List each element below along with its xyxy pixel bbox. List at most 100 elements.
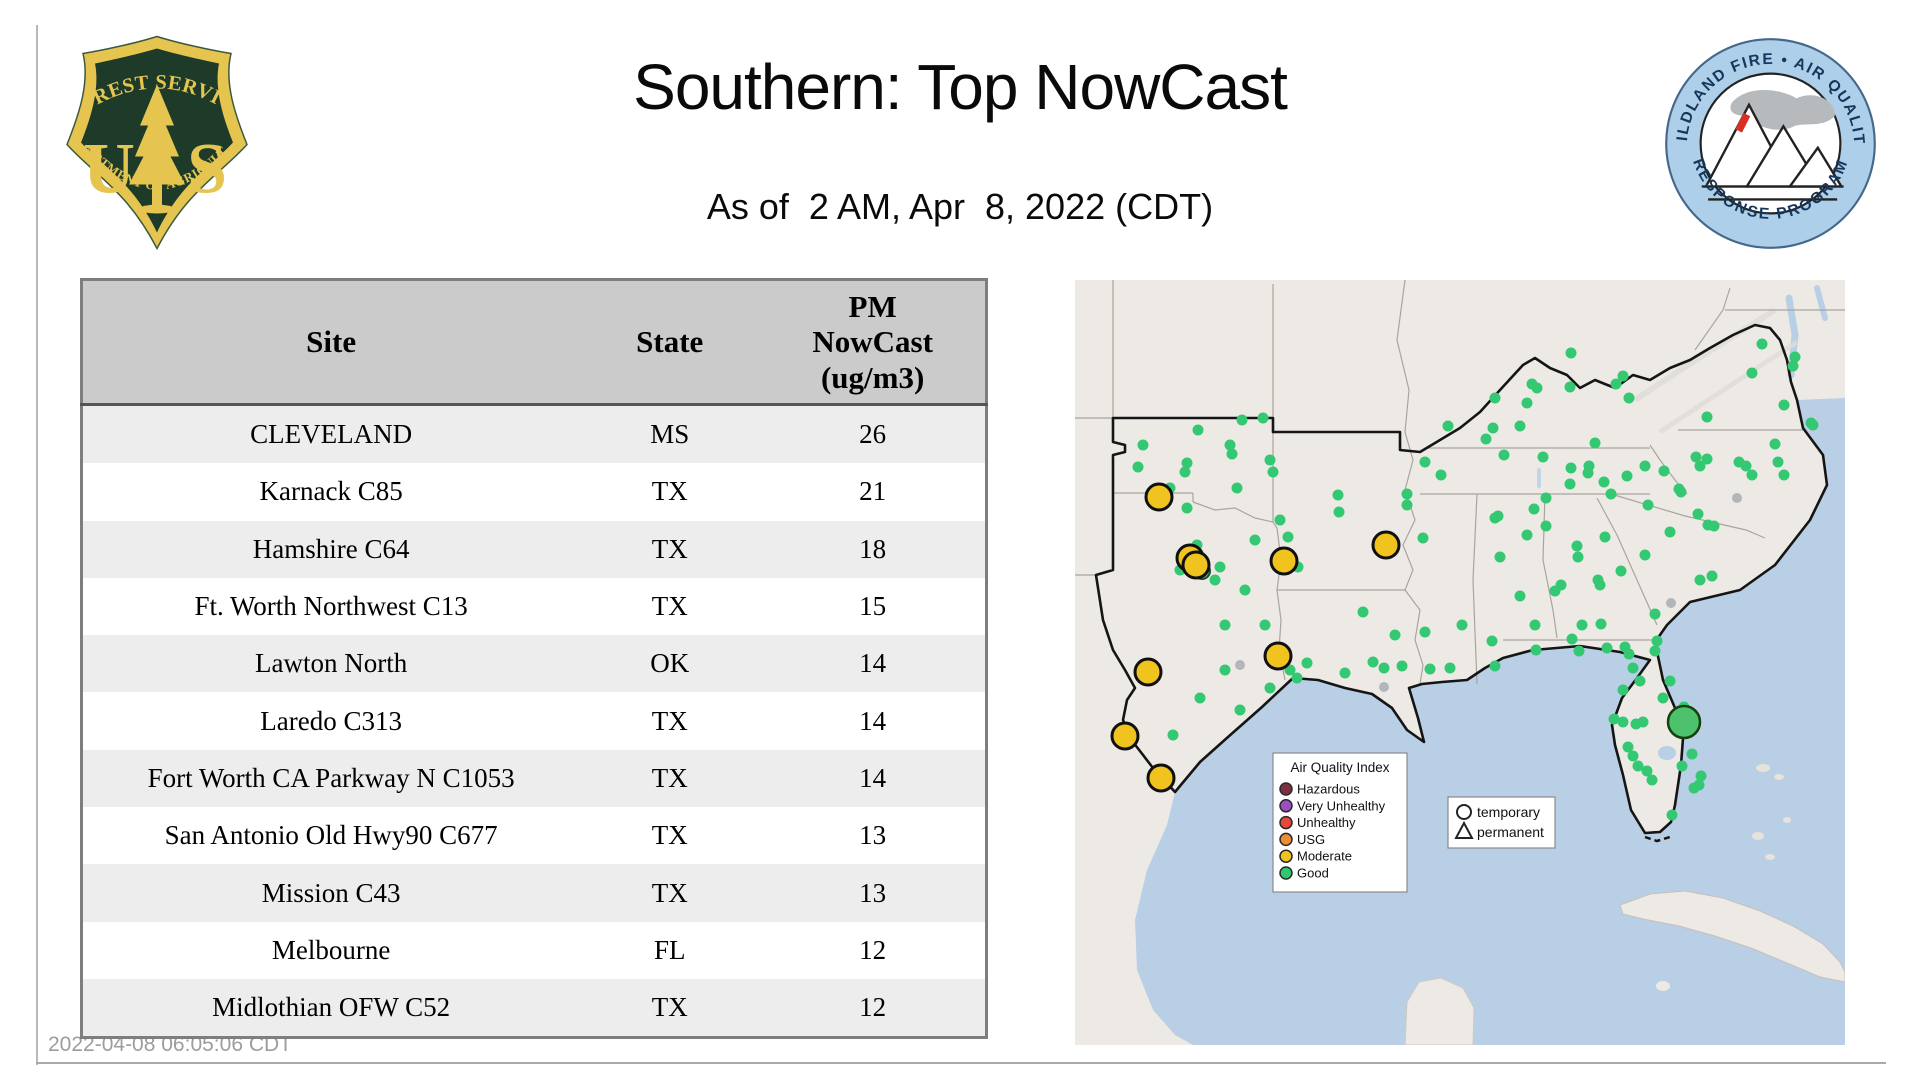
good-site-dot <box>1214 561 1226 573</box>
good-site-dot <box>1778 469 1790 481</box>
table-row: Melbourne FL 12 <box>81 921 987 979</box>
value-cell: 18 <box>859 533 887 564</box>
good-site-dot <box>1179 466 1191 478</box>
site-cell: Melbourne <box>271 934 391 965</box>
aqi-legend-swatch <box>1279 782 1293 796</box>
good-site-dot <box>1181 502 1193 514</box>
value-cell: 14 <box>859 648 887 679</box>
good-site-dot <box>1264 454 1276 466</box>
good-site-dot <box>1419 456 1431 468</box>
aqi-legend-label: USG <box>1297 832 1325 847</box>
good-site-dot <box>1540 492 1552 504</box>
good-site-dot <box>1514 420 1526 432</box>
table-row: Lawton North OK 14 <box>81 635 987 693</box>
good-site-dot <box>1701 453 1713 465</box>
good-site-dot <box>1401 488 1413 500</box>
good-site-dot <box>1442 420 1454 432</box>
good-site-dot <box>1642 499 1654 511</box>
good-site-dot <box>1688 782 1700 794</box>
good-site-dot <box>1209 574 1221 586</box>
good-site-dot <box>1514 590 1526 602</box>
good-site-dot <box>1257 412 1269 424</box>
good-site-dot <box>1601 642 1613 654</box>
good-site-dot <box>1236 414 1248 426</box>
aqi-legend-swatch <box>1279 815 1293 830</box>
good-site-dot <box>1396 660 1408 672</box>
good-site-dot <box>1664 526 1676 538</box>
good-site-dot <box>1264 682 1276 694</box>
site-cell: San Antonio Old Hwy90 C677 <box>164 820 498 851</box>
good-site-dot <box>1239 584 1251 596</box>
good-site-dot <box>1417 532 1429 544</box>
good-site-dot <box>1778 399 1790 411</box>
good-site-dot <box>1530 644 1542 656</box>
good-site-dot <box>1627 750 1639 762</box>
good-site-dot <box>1658 465 1670 477</box>
aqi-legend: Air Quality Index HazardousVery Unhealth… <box>1272 752 1408 893</box>
aqi-legend-swatch <box>1279 799 1293 813</box>
good-site-dot <box>1756 338 1768 350</box>
site-cell: CLEVELAND <box>250 419 413 450</box>
slide-edge-line-bottom <box>36 1062 1886 1064</box>
aqi-legend-title: Air Quality Index <box>1290 760 1389 775</box>
good-site-dot <box>1267 466 1279 478</box>
moderate-site-marker <box>1371 530 1401 560</box>
good-site-dot <box>1566 633 1578 645</box>
good-site-dot <box>1649 645 1661 657</box>
good-site-dot <box>1531 382 1543 394</box>
good-site-dot <box>1605 488 1617 500</box>
good-site-dot <box>1419 626 1431 638</box>
good-site-dot <box>1599 531 1611 543</box>
site-cell: Midlothian OFW C52 <box>212 992 451 1023</box>
good-site-dot <box>1664 675 1676 687</box>
good-site-dot <box>1702 519 1714 531</box>
good-site-dot <box>1589 437 1601 449</box>
good-site-dot <box>1787 360 1799 372</box>
good-site-dot <box>1537 451 1549 463</box>
good-site-dot <box>1617 716 1629 728</box>
good-site-dot <box>1259 619 1271 631</box>
good-site-dot <box>1487 422 1499 434</box>
state-cell: TX <box>651 762 688 793</box>
good-site-dot <box>1555 579 1567 591</box>
state-cell: TX <box>651 820 688 851</box>
good-site-dot <box>1615 565 1627 577</box>
inactive-site-dot <box>1732 493 1742 503</box>
site-cell: Mission C43 <box>261 877 401 908</box>
site-cell: Karnack C85 <box>259 476 403 507</box>
good-site-dot <box>1291 672 1303 684</box>
value-cell: 12 <box>859 934 887 965</box>
marker-type-legend: temporary permanent <box>1447 796 1556 849</box>
good-site-dot <box>1378 662 1390 674</box>
good-site-dot <box>1676 760 1688 772</box>
slide-edge-line-left <box>36 25 38 1065</box>
good-site-dot <box>1480 433 1492 445</box>
kentucky-lake <box>1537 468 1541 488</box>
state-cell: FL <box>653 934 686 965</box>
table-row: Mission C43 TX 13 <box>81 864 987 922</box>
temporary-symbol-icon <box>1456 804 1472 820</box>
state-cell: TX <box>651 877 688 908</box>
site-cell: Laredo C313 <box>260 705 402 736</box>
wfaqrp-logo: WILDLAND FIRE • AIR QUALITY RESPONSE PRO… <box>1655 23 1878 251</box>
good-site-dot <box>1219 664 1231 676</box>
good-site-dot <box>1456 619 1468 631</box>
good-site-dot <box>1192 424 1204 436</box>
aqi-legend-label: Very Unhealthy <box>1297 798 1386 813</box>
good-site-dot <box>1769 438 1781 450</box>
table-row: Hamshire C64 TX 18 <box>81 520 987 578</box>
moderate-site-marker <box>1263 641 1293 671</box>
good-site-dot <box>1637 716 1649 728</box>
good-site-dot <box>1339 667 1351 679</box>
good-site-dot <box>1226 448 1238 460</box>
good-site-marker-large <box>1666 704 1702 740</box>
moderate-site-marker <box>1269 546 1299 576</box>
good-site-dot <box>1528 503 1540 515</box>
col-header-site: Site <box>81 279 580 406</box>
good-site-dot <box>1444 662 1456 674</box>
good-site-dot <box>1489 512 1501 524</box>
good-site-dot <box>1805 417 1817 429</box>
good-site-dot <box>1621 470 1633 482</box>
good-site-dot <box>1571 540 1583 552</box>
good-site-dot <box>1666 809 1678 821</box>
